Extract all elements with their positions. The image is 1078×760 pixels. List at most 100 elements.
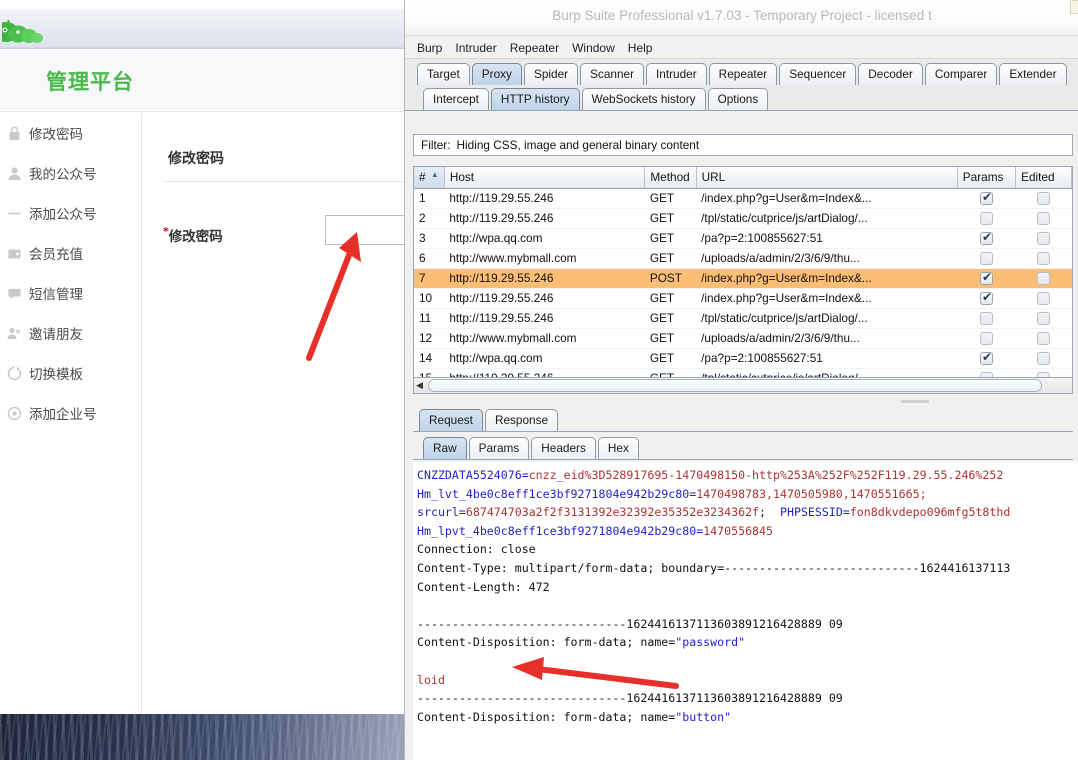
- sidebar-item-my-official-account[interactable]: 我的公众号: [0, 153, 141, 193]
- column-header-edited[interactable]: Edited: [1015, 167, 1072, 189]
- sidebar-item-label: 会员充值: [29, 247, 83, 263]
- raw-line: loid: [417, 671, 1078, 690]
- cell-url: /uploads/a/admin/2/3/6/9/thu...: [696, 248, 958, 269]
- tab-headers[interactable]: Headers: [531, 437, 596, 459]
- tab-comparer[interactable]: Comparer: [924, 63, 998, 85]
- sidebar-item-label: 切换模板: [29, 367, 83, 383]
- splitter-grip[interactable]: [901, 400, 929, 403]
- building-icon: [6, 405, 23, 422]
- cell-url: /tpl/static/cutprice/js/artDialog/...: [696, 208, 958, 229]
- raw-request-viewer[interactable]: CNZZDATA5524076=cnzz_eid%3D528917695-147…: [413, 462, 1078, 760]
- column-header-url[interactable]: URL: [696, 167, 958, 189]
- menu-burp[interactable]: Burp: [417, 41, 442, 55]
- table-row[interactable]: 7 http://119.29.55.246 POST/index.php?g=Us…: [414, 268, 1072, 289]
- cell-status: 404: [1071, 308, 1072, 329]
- tab-options[interactable]: Options: [707, 88, 769, 110]
- tab-response[interactable]: Response: [484, 409, 559, 431]
- sidebar-item-change-password[interactable]: 修改密码: [0, 113, 141, 153]
- checkbox-unchecked-icon: [979, 312, 993, 326]
- tab-decoder[interactable]: Decoder: [858, 63, 923, 85]
- cell-number: 11: [414, 308, 445, 329]
- cell-url: /index.php?g=User&m=Index&...: [696, 288, 958, 309]
- tab-extender[interactable]: Extender: [999, 63, 1067, 85]
- table-row[interactable]: 6 http://www.mybmall.com GET/uploads/a/adm…: [414, 248, 1072, 269]
- table-row[interactable]: 1 http://119.29.55.246 GET/index.php?g=Use…: [414, 188, 1072, 209]
- raw-token: fon8dkvdepo096mfg5t8thd: [849, 505, 1011, 520]
- tab-request[interactable]: Request: [419, 409, 483, 431]
- cell-method: GET: [644, 348, 697, 369]
- tab-scanner[interactable]: Scanner: [580, 63, 645, 85]
- cell-number: 3: [414, 228, 445, 249]
- tab-repeater[interactable]: Repeater: [708, 63, 778, 85]
- sidebar-item-sms-management[interactable]: 短信管理: [0, 273, 141, 313]
- cell-host: http://119.29.55.246: [444, 208, 645, 229]
- tab-http-history[interactable]: HTTP history: [490, 88, 580, 110]
- raw-token: Connection: close: [417, 542, 536, 557]
- menu-repeater[interactable]: Repeater: [510, 41, 559, 55]
- sidebar-item-add-enterprise-account[interactable]: 添加企业号: [0, 393, 141, 433]
- cell-url: /index.php?g=User&m=Index&...: [696, 188, 958, 209]
- tab-sequencer[interactable]: Sequencer: [779, 63, 857, 85]
- column-header-num[interactable]: # ▲: [414, 167, 445, 189]
- column-header-method[interactable]: Method: [644, 167, 697, 189]
- checkbox-checked-icon: [979, 230, 993, 246]
- cell-url: /index.php?g=User&m=Index&...: [696, 268, 958, 289]
- tab-websockets-history[interactable]: WebSockets history: [581, 88, 706, 110]
- column-header-host[interactable]: Host: [444, 167, 646, 189]
- table-row[interactable]: 14 http://wpa.qq.com GET/pa?p=2:100855627:…: [414, 348, 1072, 369]
- sidebar-item-switch-template[interactable]: 切换模板: [0, 353, 141, 393]
- cell-edited: [1015, 348, 1072, 369]
- tab-target[interactable]: Target: [417, 63, 470, 85]
- menu-help[interactable]: Help: [628, 41, 653, 55]
- table-row[interactable]: 11 http://119.29.55.246 GET/tpl/static/cut…: [414, 308, 1072, 329]
- raw-token: Hm_lpvt_4be0c8eff1ce3bf9271804e942b29c80…: [417, 523, 704, 538]
- friends-icon: [6, 325, 23, 342]
- cell-host: http://wpa.qq.com: [444, 348, 645, 369]
- table-row[interactable]: 10 http://119.29.55.246 GET/index.php?g=Us…: [414, 288, 1072, 309]
- sidebar-item-invite-friends[interactable]: 邀请朋友: [0, 313, 141, 353]
- cell-edited: [1015, 248, 1072, 269]
- panel-splitter[interactable]: [413, 396, 1073, 406]
- raw-line: [417, 726, 1078, 745]
- scroll-left-arrow-icon[interactable]: ◀: [416, 380, 423, 390]
- menu-intruder[interactable]: Intruder: [455, 41, 496, 55]
- http-history-table[interactable]: # ▲ Host Method URL Params Edited Status…: [413, 166, 1073, 378]
- sidebar-item-member-recharge[interactable]: 会员充值: [0, 233, 141, 273]
- filter-bar[interactable]: Filter: Hiding CSS, image and general bi…: [413, 134, 1073, 156]
- tab-params[interactable]: Params: [468, 437, 530, 459]
- tab-spider[interactable]: Spider: [523, 63, 579, 85]
- table-row[interactable]: 3 http://wpa.qq.com GET/pa?p=2:100855627:5…: [414, 228, 1072, 249]
- table-row[interactable]: 15 http://119.29.55.246 GET/tpl/static/cut…: [414, 368, 1072, 377]
- table-row[interactable]: 12 http://www.mybmall.com GET/uploads/a/ad…: [414, 328, 1072, 349]
- column-header-params[interactable]: Params: [957, 167, 1017, 189]
- scrollbar-thumb[interactable]: [428, 379, 1042, 392]
- checkbox-unchecked-icon: [979, 212, 993, 226]
- raw-token: loid: [417, 672, 445, 687]
- tab-proxy[interactable]: Proxy: [471, 63, 522, 85]
- sidebar-item-label: 邀请朋友: [29, 327, 83, 343]
- raw-token: Content-Disposition: form-data; name=: [417, 635, 676, 650]
- browser-toolbar: [0, 5, 404, 49]
- cell-status: 200: [1071, 328, 1072, 349]
- admin-content: 修改密码 *修改密码 提交: [143, 113, 404, 714]
- tab-intercept[interactable]: Intercept: [423, 88, 489, 110]
- cell-method: GET: [644, 228, 697, 249]
- checkbox-unchecked-icon: [979, 252, 993, 266]
- table-row[interactable]: 2 http://119.29.55.246 GET/tpl/static/cutp…: [414, 208, 1072, 229]
- cell-host: http://119.29.55.246: [444, 188, 645, 209]
- password-input[interactable]: [325, 215, 404, 245]
- column-header-status[interactable]: Status: [1071, 167, 1072, 189]
- caterpillar-logo-icon: [0, 12, 46, 50]
- title-divider: [162, 181, 404, 182]
- table-horizontal-scrollbar[interactable]: ◀: [413, 378, 1073, 394]
- tab-intruder[interactable]: Intruder: [646, 63, 707, 85]
- menu-window[interactable]: Window: [572, 41, 615, 55]
- sidebar-item-add-official-account[interactable]: 添加公众号: [0, 193, 141, 233]
- cell-status: 200: [1071, 248, 1072, 269]
- sidebar-item-label: 短信管理: [29, 287, 83, 303]
- cell-method: GET: [644, 288, 697, 309]
- brand-title: 管理平台: [46, 70, 134, 94]
- tab-raw[interactable]: Raw: [423, 437, 467, 459]
- tab-hex[interactable]: Hex: [597, 437, 639, 459]
- password-field-label-text: 修改密码: [168, 229, 223, 245]
